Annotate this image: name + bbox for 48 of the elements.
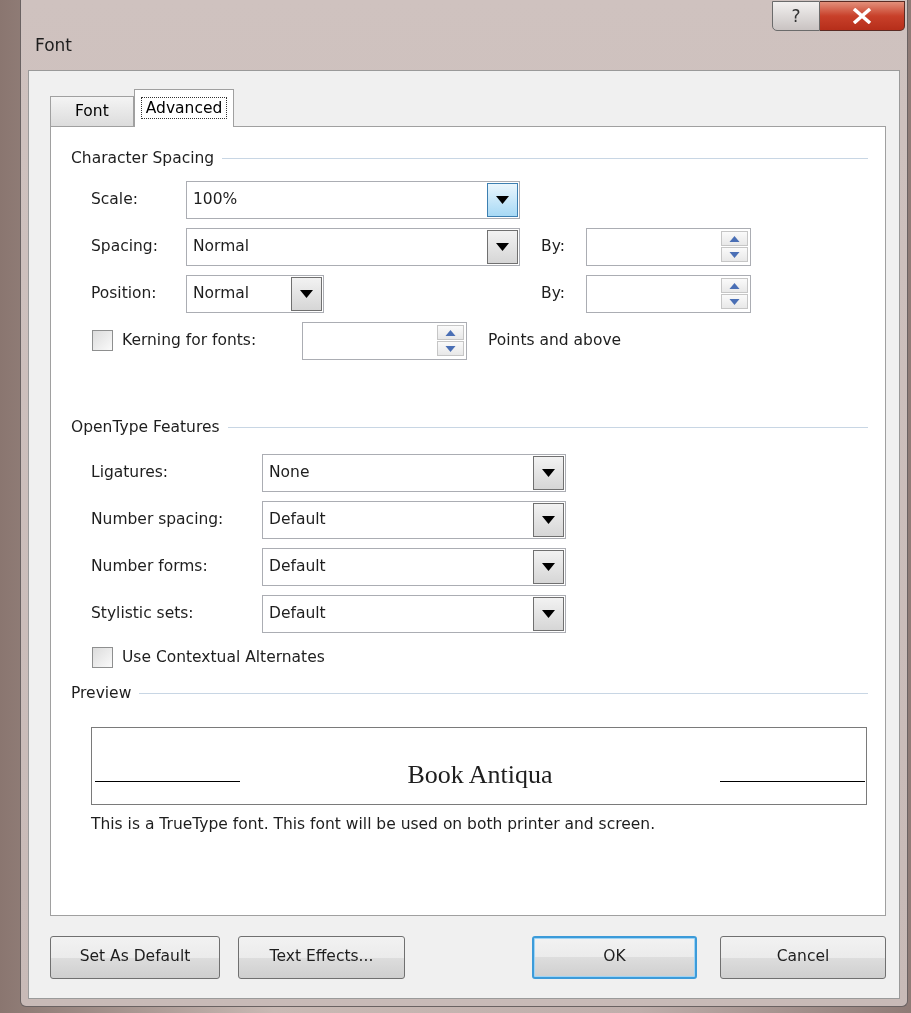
field-label: By: [541, 283, 566, 305]
field-label: Number spacing: [91, 509, 225, 531]
down-arrow-icon [445, 345, 456, 352]
down-arrow-icon [729, 251, 740, 258]
dialog-button[interactable]: Cancel [720, 935, 886, 979]
checkbox-label: Use Contextual Alternates [122, 646, 326, 668]
dialog-button[interactable]: Text Effects... [238, 935, 405, 979]
field-label: Stylistic sets: [91, 603, 195, 625]
checkbox-label: Kerning for fonts: [122, 330, 258, 352]
spin-down-button[interactable] [721, 294, 748, 310]
preview-note: This is a TrueType font. This font will be used on both printer and screen. [91, 813, 657, 835]
spin-up-button[interactable] [721, 278, 748, 294]
dropdown[interactable]: Default [262, 595, 566, 633]
section-heading: OpenType Features [71, 417, 220, 439]
close-icon [851, 8, 873, 24]
down-arrow-icon [729, 298, 740, 305]
dialog-button[interactable]: OK [532, 935, 697, 979]
up-arrow-icon [729, 235, 740, 242]
up-arrow-icon [729, 282, 740, 289]
field-label: Spacing: [91, 236, 159, 258]
checkbox[interactable] [92, 330, 113, 352]
spin-up-button[interactable] [721, 231, 748, 247]
help-button[interactable]: ? [772, 1, 820, 31]
field-label: Scale: [91, 189, 139, 211]
field-label: Ligatures: [91, 462, 170, 484]
dropdown[interactable]: 100% [186, 180, 520, 219]
dropdown[interactable]: None [262, 454, 566, 492]
dropdown[interactable]: Normal [186, 274, 324, 313]
spin-down-button[interactable] [437, 341, 464, 357]
up-arrow-icon [445, 329, 456, 336]
preview-sample-text: Book Antiqua [406, 761, 554, 788]
field-label: By: [541, 236, 566, 258]
window-title: Font [35, 34, 72, 57]
tab[interactable]: Font [50, 96, 134, 126]
dialog-button[interactable]: Set As Default [50, 935, 220, 979]
dropdown[interactable]: Default [262, 501, 566, 539]
section-heading: Character Spacing [71, 148, 215, 169]
spin-up-button[interactable] [437, 325, 464, 341]
close-button[interactable] [820, 1, 905, 31]
dropdown[interactable]: Normal [186, 227, 520, 266]
field-label: Position: [91, 283, 158, 305]
dropdown[interactable]: Default [262, 548, 566, 586]
checkbox[interactable] [92, 647, 113, 668]
field-label: Number forms: [91, 556, 209, 578]
section-heading: Preview [71, 682, 132, 704]
spin-down-button[interactable] [721, 247, 748, 263]
field-label: Points and above [488, 330, 623, 352]
tab[interactable]: Advanced [133, 89, 235, 127]
